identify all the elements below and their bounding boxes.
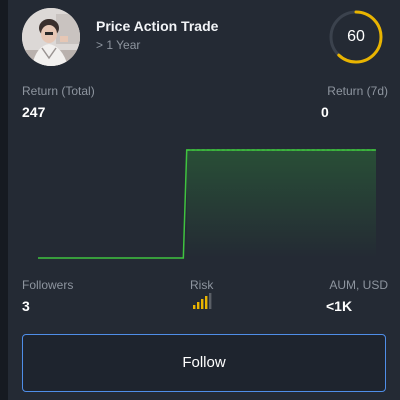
risk-bar [197,302,200,309]
followers-value: 3 [22,298,30,314]
avatar[interactable] [22,8,80,66]
score-value: 60 [347,28,365,45]
return-7d-value: 0 [321,104,329,120]
follow-button[interactable]: Follow [22,334,386,392]
aum-label: AUM, USD [329,278,388,292]
trader-card[interactable]: Price Action Trade > 1 Year 60 Return (T… [8,0,400,400]
return-7d-label: Return (7d) [327,84,388,98]
trader-tenure: > 1 Year [96,38,141,52]
risk-bar [209,293,212,309]
risk-label: Risk [190,278,214,292]
risk-bar [193,305,196,309]
score-gauge: 60 [328,9,384,65]
return-total-label: Return (Total) [22,84,95,98]
risk-bar [201,299,204,309]
return-chart [38,149,376,259]
aum-value: <1K [326,298,353,314]
followers-label: Followers [22,278,74,292]
signal-bars-icon [193,293,212,309]
avatar-photo [22,8,80,66]
return-total-value: 247 [22,104,46,120]
risk-bar [205,296,208,309]
trader-name[interactable]: Price Action Trade [96,18,218,34]
chart-area [186,150,376,258]
